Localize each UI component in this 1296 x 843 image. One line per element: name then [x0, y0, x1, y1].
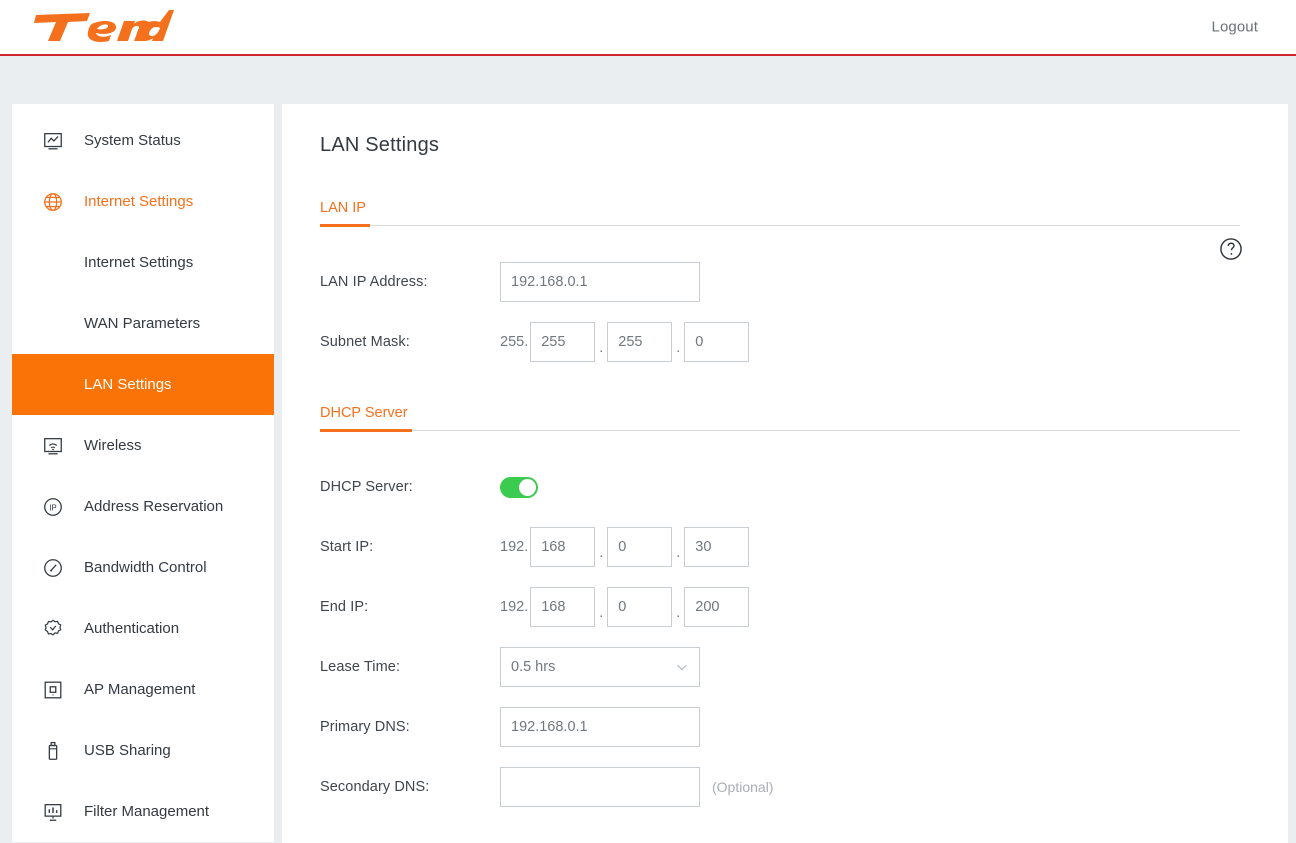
lan-ip-address-input[interactable] [500, 262, 700, 302]
sidebar-item-bandwidth-control[interactable]: Bandwidth Control [12, 537, 274, 598]
row-primary-dns: Primary DNS: [320, 707, 1240, 747]
sidebar-item-label: Internet Settings [84, 193, 194, 210]
sidebar-item-internet-settings[interactable]: Internet Settings [12, 171, 274, 232]
sidebar-item-label: USB Sharing [84, 742, 171, 759]
start-ip-octet-2[interactable] [530, 527, 596, 567]
sidebar-item-label: Wireless [84, 437, 142, 454]
secondary-dns-hint: (Optional) [712, 779, 774, 795]
end-ip-separator: . [676, 605, 681, 621]
secondary-dns-field: (Optional) [500, 767, 773, 807]
svg-text:IP: IP [49, 503, 56, 512]
primary-dns-field [500, 707, 700, 747]
end-ip-prefix: 192. [500, 599, 529, 615]
app-header: Logout [0, 0, 1296, 56]
row-dhcp-server-toggle: DHCP Server: [320, 467, 1240, 507]
sidebar-subitem-label: LAN Settings [84, 376, 172, 393]
sidebar-nav: System Status Internet Settings Internet… [12, 104, 274, 842]
start-ip-separator: . [676, 545, 681, 561]
sidebar-item-label: Filter Management [84, 803, 210, 820]
main-content: LAN Settings LAN IP LAN IP Address: Subn… [282, 104, 1288, 843]
subnet-mask-separator: . [599, 340, 604, 356]
wifi-monitor-icon [40, 433, 66, 459]
dhcp-server-toggle[interactable] [500, 476, 538, 498]
sidebar-item-label: System Status [84, 132, 181, 149]
secondary-dns-input[interactable] [500, 767, 700, 807]
start-ip-octet-3[interactable] [607, 527, 673, 567]
gauge-icon [40, 555, 66, 581]
end-ip-octet-4[interactable] [684, 587, 750, 627]
start-ip-field: 192. . . [500, 527, 750, 567]
tab-lan-ip[interactable]: LAN IP [320, 200, 370, 227]
subnet-mask-octet-4[interactable] [684, 322, 750, 362]
section-tab-lan-ip: LAN IP [320, 199, 1240, 227]
usb-drive-icon [40, 738, 66, 764]
monitor-chart-icon [40, 128, 66, 154]
row-end-ip: End IP: 192. . . [320, 587, 1240, 627]
ip-circle-icon: IP [40, 494, 66, 520]
lan-ip-address-label: LAN IP Address: [320, 274, 428, 290]
sidebar-item-usb-sharing[interactable]: USB Sharing [12, 720, 274, 781]
dhcp-server-field [500, 476, 538, 498]
ap-device-icon [40, 677, 66, 703]
start-ip-separator: . [599, 545, 604, 561]
page-body: System Status Internet Settings Internet… [0, 56, 1296, 843]
page-title: LAN Settings [320, 134, 440, 156]
subnet-mask-label: Subnet Mask: [320, 334, 410, 350]
lease-time-select[interactable]: 0.5 hrs1 hr2 hrs12 hrs1 day2 days7 days [500, 647, 700, 687]
sidebar-item-system-status[interactable]: System Status [12, 110, 274, 171]
end-ip-field: 192. . . [500, 587, 750, 627]
sidebar-subitem-label: Internet Settings [84, 254, 194, 271]
sidebar-item-wireless[interactable]: Wireless [12, 415, 274, 476]
row-secondary-dns: Secondary DNS: (Optional) [320, 767, 1240, 807]
end-ip-octet-2[interactable] [530, 587, 596, 627]
subnet-mask-prefix: 255. [500, 334, 529, 350]
sidebar-item-address-reservation[interactable]: IP Address Reservation [12, 476, 274, 537]
row-subnet-mask: Subnet Mask: 255. . . [320, 322, 1240, 362]
tab-dhcp-server[interactable]: DHCP Server [320, 405, 412, 432]
section-tab-dhcp-server: DHCP Server [320, 404, 1240, 432]
sidebar-item-label: Address Reservation [84, 498, 224, 515]
primary-dns-input[interactable] [500, 707, 700, 747]
sidebar-subitem-wan-parameters[interactable]: WAN Parameters [12, 293, 274, 354]
badge-check-icon [40, 616, 66, 642]
globe-icon [40, 189, 66, 215]
end-ip-separator: . [599, 605, 604, 621]
sidebar-item-label: Authentication [84, 620, 180, 637]
sidebar-item-ap-management[interactable]: AP Management [12, 659, 274, 720]
start-ip-prefix: 192. [500, 539, 529, 555]
sidebar-item-authentication[interactable]: Authentication [12, 598, 274, 659]
subnet-mask-field: 255. . . [500, 322, 750, 362]
lan-ip-form: LAN IP Address: Subnet Mask: 255. . . [320, 262, 1240, 362]
subnet-mask-octet-3[interactable] [607, 322, 673, 362]
subnet-mask-separator: . [676, 340, 681, 356]
sidebar-subitem-lan-settings[interactable]: LAN Settings [12, 354, 274, 415]
question-circle-icon[interactable] [1218, 236, 1244, 262]
sidebar-item-filter-management[interactable]: Filter Management [12, 781, 274, 842]
start-ip-label: Start IP: [320, 539, 374, 555]
row-start-ip: Start IP: 192. . . [320, 527, 1240, 567]
secondary-dns-label: Secondary DNS: [320, 779, 430, 795]
end-ip-octet-3[interactable] [607, 587, 673, 627]
end-ip-label: End IP: [320, 599, 369, 615]
start-ip-octet-4[interactable] [684, 527, 750, 567]
subnet-mask-octet-2[interactable] [530, 322, 596, 362]
lease-time-field: 0.5 hrs1 hr2 hrs12 hrs1 day2 days7 days [500, 647, 700, 687]
chart-board-icon [40, 799, 66, 825]
sidebar-subitem-label: WAN Parameters [84, 315, 201, 332]
dhcp-server-label: DHCP Server: [320, 479, 413, 495]
toggle-knob [519, 478, 536, 496]
logout-link[interactable]: Logout [1212, 19, 1258, 36]
sidebar-item-label: AP Management [84, 681, 196, 698]
primary-dns-label: Primary DNS: [320, 719, 410, 735]
lease-time-select-wrap: 0.5 hrs1 hr2 hrs12 hrs1 day2 days7 days [500, 647, 700, 687]
row-lease-time: Lease Time: 0.5 hrs1 hr2 hrs12 hrs1 day2… [320, 647, 1240, 687]
sidebar-subitem-internet-settings[interactable]: Internet Settings [12, 232, 274, 293]
lease-time-label: Lease Time: [320, 659, 401, 675]
tenda-logo [32, 9, 174, 45]
lan-ip-address-field [500, 262, 700, 302]
row-lan-ip-address: LAN IP Address: [320, 262, 1240, 302]
dhcp-server-form: DHCP Server: Start IP: 192. . . [320, 467, 1240, 807]
sidebar-item-label: Bandwidth Control [84, 559, 207, 576]
